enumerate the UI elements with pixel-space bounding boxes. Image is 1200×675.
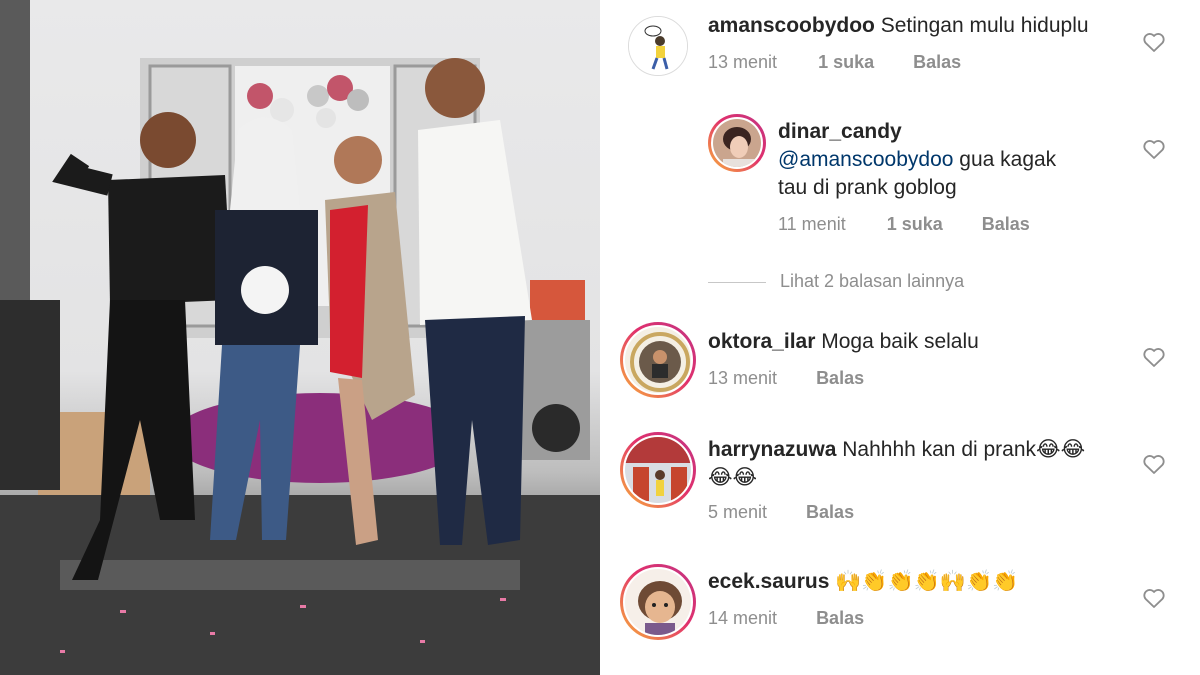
reply-button[interactable]: Balas bbox=[913, 52, 961, 73]
view-more-replies-button[interactable]: Lihat 2 balasan lainnya bbox=[708, 271, 964, 292]
comment-mention-link[interactable]: @amanscoobydoo bbox=[778, 148, 953, 171]
comment-text: Moga baik selalu bbox=[821, 330, 979, 353]
view-more-label: Lihat 2 balasan lainnya bbox=[780, 271, 965, 291]
comment-text: 😂😂 bbox=[708, 466, 758, 489]
post-photo bbox=[0, 0, 600, 675]
comment-time: 5 menit bbox=[708, 502, 768, 522]
comment-meta: 5 menit Balas bbox=[708, 502, 854, 523]
reply-button[interactable]: Balas bbox=[816, 368, 864, 389]
reply-body-line-2: @amanscoobydoo gua kagak bbox=[778, 146, 1056, 174]
comment-username[interactable]: harrynazuwa bbox=[708, 438, 836, 461]
heart-outline-icon[interactable] bbox=[1142, 31, 1166, 53]
comment-text: gua kagak bbox=[953, 148, 1057, 171]
avatar[interactable] bbox=[628, 16, 688, 76]
comment-body: amanscoobydoo Setingan mulu hiduplu bbox=[708, 12, 1089, 40]
avatar-portrait-icon bbox=[713, 119, 761, 167]
comments-panel: amanscoobydoo Setingan mulu hiduplu 13 m… bbox=[600, 0, 1200, 675]
comment-text: Nahhhh kan di prank😂😂 bbox=[842, 438, 1086, 461]
comment-time: 13 menit bbox=[708, 368, 778, 388]
comment-body: ecek.saurus 🙌👏👏👏🙌👏👏 bbox=[708, 568, 1018, 596]
heart-outline-icon[interactable] bbox=[1142, 453, 1166, 475]
comment-username[interactable]: ecek.saurus bbox=[708, 570, 829, 593]
comment-likes[interactable]: 1 suka bbox=[887, 214, 943, 235]
reply-button[interactable]: Balas bbox=[816, 608, 864, 629]
heart-outline-icon[interactable] bbox=[1142, 346, 1166, 368]
comment-likes[interactable]: 1 suka bbox=[818, 52, 874, 73]
avatar[interactable] bbox=[620, 322, 696, 398]
comment-body-line-2: 😂😂 bbox=[708, 464, 757, 492]
divider bbox=[708, 281, 766, 283]
comment-body-line-1: harrynazuwa Nahhhh kan di prank😂😂 bbox=[708, 436, 1085, 464]
comment-body: oktora_ilar Moga baik selalu bbox=[708, 328, 979, 356]
comment-time: 13 menit bbox=[708, 52, 778, 72]
comment-text: Setingan mulu hiduplu bbox=[880, 14, 1089, 37]
avatar-photo bbox=[623, 325, 693, 395]
comment-username[interactable]: dinar_candy bbox=[778, 120, 902, 143]
avatar-photo bbox=[711, 117, 763, 169]
avatar[interactable] bbox=[620, 564, 696, 640]
avatar-portrait-icon bbox=[625, 437, 691, 503]
comment-meta: 13 menit Balas bbox=[708, 368, 864, 389]
group-photo-illustration bbox=[0, 0, 600, 675]
heart-outline-icon[interactable] bbox=[1142, 587, 1166, 609]
avatar-cartoon-icon bbox=[629, 17, 687, 75]
comment-meta: 11 menit 1 suka Balas bbox=[778, 214, 1030, 235]
reply-button[interactable]: Balas bbox=[806, 502, 854, 523]
comment-time: 11 menit bbox=[778, 214, 846, 234]
reply-button[interactable]: Balas bbox=[982, 214, 1030, 235]
comment-username[interactable]: amanscoobydoo bbox=[708, 14, 875, 37]
heart-outline-icon[interactable] bbox=[1142, 138, 1166, 160]
avatar-portrait-icon bbox=[625, 327, 691, 393]
avatar[interactable] bbox=[620, 432, 696, 508]
comment-meta: 14 menit Balas bbox=[708, 608, 864, 629]
comment-meta: 13 menit 1 suka Balas bbox=[708, 52, 961, 73]
avatar-cartoon-icon bbox=[625, 569, 691, 635]
comment-text: tau di prank goblog bbox=[778, 176, 957, 199]
reply-body-line-1: dinar_candy bbox=[778, 118, 902, 146]
reply-body-line-3: tau di prank goblog bbox=[778, 174, 957, 202]
avatar-photo bbox=[623, 435, 693, 505]
comment-time: 14 menit bbox=[708, 608, 778, 628]
comment-text: 🙌👏👏👏🙌👏👏 bbox=[835, 570, 1019, 593]
comment-username[interactable]: oktora_ilar bbox=[708, 330, 815, 353]
avatar[interactable] bbox=[708, 114, 766, 172]
avatar-photo bbox=[623, 567, 693, 637]
